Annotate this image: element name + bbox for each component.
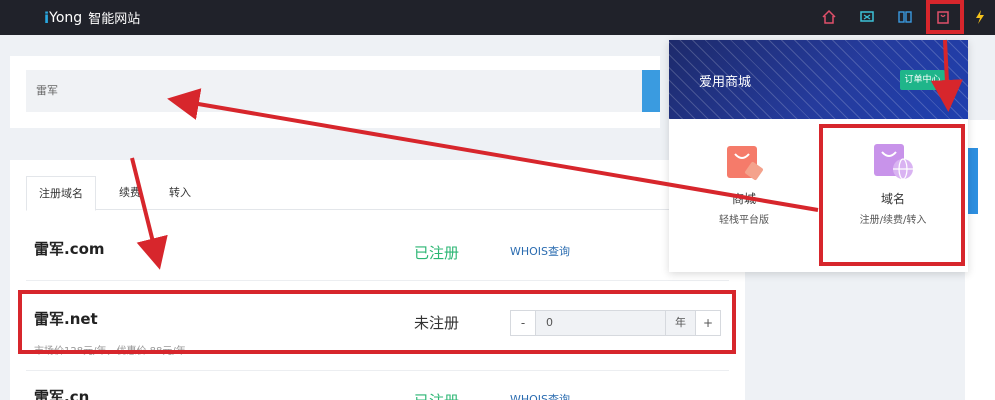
side-blue-bar <box>968 148 978 214</box>
logo[interactable]: i Yong 智能网站 <box>44 8 141 28</box>
lightning-icon[interactable] <box>970 7 990 27</box>
tab-renew[interactable]: 续费 <box>110 176 150 211</box>
domain-search-input[interactable]: 雷军 <box>26 70 642 112</box>
annotation-box-store-icon <box>926 0 964 34</box>
shopping-bag-icon <box>721 140 767 184</box>
whois-link[interactable]: WHOIS查询 <box>510 243 570 259</box>
book-icon[interactable] <box>895 7 915 27</box>
screen-icon[interactable] <box>857 7 877 27</box>
domain-name: 雷军.cn <box>34 388 90 400</box>
store-header: 爱用商城 订单中心 <box>669 40 968 119</box>
store-title: 爱用商城 <box>699 75 752 90</box>
logo-site-name: 智能网站 <box>88 12 141 27</box>
tab-bar: 注册域名 续费 转入 <box>26 176 745 211</box>
service-desc: 轻栈平台版 <box>719 215 769 226</box>
home-icon[interactable] <box>819 7 839 27</box>
annotation-box-net-row <box>18 290 736 354</box>
row-divider <box>26 370 729 371</box>
status-registered: 已注册 <box>414 244 460 262</box>
annotation-box-domain-service <box>819 124 965 266</box>
service-name: 商城 <box>731 192 756 206</box>
status-registered: 已注册 <box>414 390 459 400</box>
search-button[interactable] <box>642 70 660 112</box>
tab-transfer[interactable]: 转入 <box>160 176 200 211</box>
top-bar: i Yong 智能网站 <box>0 0 995 35</box>
row-divider <box>26 280 729 281</box>
domain-name: 雷军.com <box>34 240 105 258</box>
search-card: 雷军 <box>10 56 660 128</box>
logo-yong: Yong <box>49 9 83 26</box>
whois-link[interactable]: WHOIS查询 <box>510 391 570 400</box>
order-center-button[interactable]: 订单中心 <box>900 70 945 90</box>
tab-register-domain[interactable]: 注册域名 <box>26 176 96 211</box>
results-card: 注册域名 续费 转入 雷军.com 已注册 WHOIS查询 雷军.net 未注册… <box>10 160 745 400</box>
service-mall[interactable]: 商城 轻栈平台版 <box>669 140 819 226</box>
